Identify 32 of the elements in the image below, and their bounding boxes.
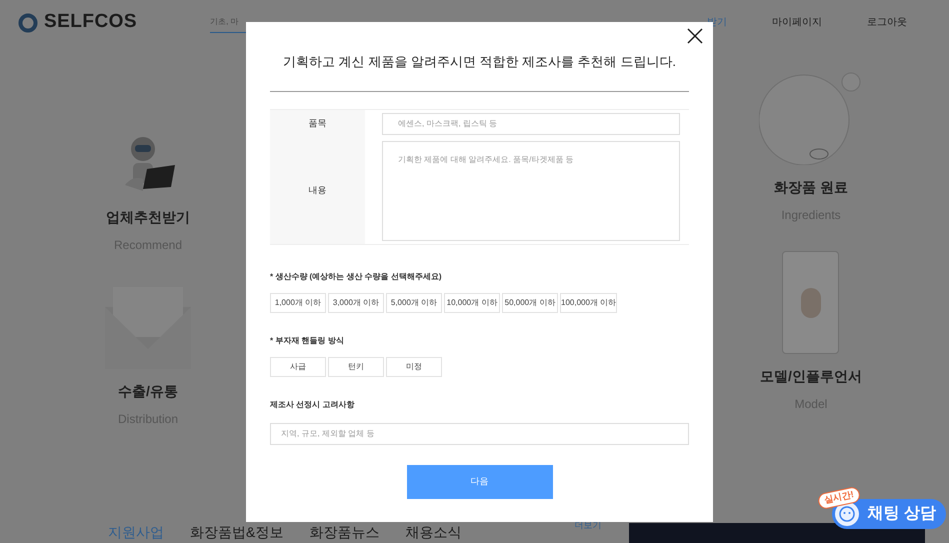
- quantity-label: * 생산수량 (예상하는 생산 수량을 선택해주세요): [270, 272, 442, 280]
- field-label: 품목: [308, 116, 326, 130]
- nav-link[interactable]: 로그아웃: [867, 15, 907, 30]
- option-button[interactable]: 10,000개 이하: [444, 292, 500, 312]
- logo-ring-icon: [18, 12, 38, 32]
- option-button[interactable]: 턴키: [328, 356, 384, 376]
- category-tab[interactable]: 채용소식: [405, 522, 462, 543]
- handling-label: * 부자재 핸들링 방식: [270, 336, 344, 344]
- considerations-input[interactable]: 지역, 규모, 제외할 업체 등: [270, 422, 689, 444]
- option-button[interactable]: 50,000개 이하: [502, 292, 558, 312]
- dialog-title: 기획하고 계신 제품을 알려주시면 적합한 제조사를 추천해 드립니다.: [283, 53, 676, 71]
- option-button[interactable]: 1,000개 이하: [270, 292, 326, 312]
- close-button[interactable]: [685, 26, 705, 46]
- option-button[interactable]: 100,000개 이하: [560, 292, 617, 312]
- nav-link[interactable]: 마이페이지: [772, 15, 822, 30]
- option-button[interactable]: 미정: [386, 356, 442, 376]
- considerations-label: 제조사 선정시 고려사항: [270, 400, 354, 408]
- logo-text: SELFCOS: [44, 10, 138, 34]
- field-label: 내용: [308, 184, 326, 197]
- service-title: 모델/인플루언서: [760, 367, 862, 386]
- category-tab[interactable]: 화장품뉴스: [309, 522, 380, 543]
- close-icon: [687, 28, 703, 44]
- service-title: 업체추천받기: [106, 208, 190, 227]
- content-textarea[interactable]: 기획한 제품에 대해 알려주세요. 품목/타겟제품 등: [382, 140, 680, 240]
- service-title: 수출/유통: [118, 382, 178, 401]
- option-button[interactable]: 사급: [270, 356, 326, 376]
- category-tab[interactable]: 화장품법&정보: [190, 522, 284, 543]
- item-input[interactable]: 에센스, 마스크팩, 립스틱 등: [382, 112, 680, 134]
- option-button[interactable]: 5,000개 이하: [386, 292, 442, 312]
- option-button[interactable]: 3,000개 이하: [328, 292, 384, 312]
- service-title: 화장품 원료: [774, 178, 848, 197]
- next-button[interactable]: 다음: [406, 464, 552, 498]
